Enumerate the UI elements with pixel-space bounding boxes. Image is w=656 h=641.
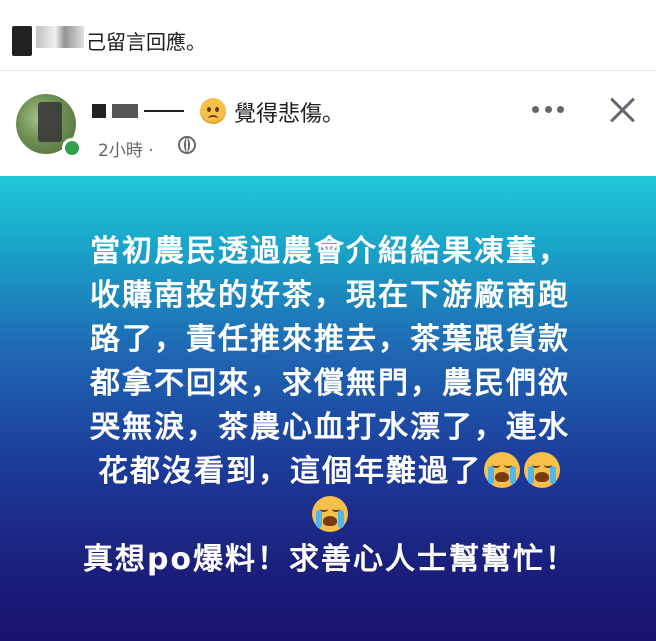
notification-bar[interactable]: 己留言回應。	[0, 0, 656, 71]
emoji-line	[30, 494, 630, 538]
author-name-redacted[interactable]	[92, 100, 192, 118]
post-text-line: 都拿不回來，求償無門，農民們欲	[90, 366, 570, 401]
post-closing-line: 真想po爆料！求善心人士幫幫忙！	[82, 542, 578, 577]
commenter-avatar	[12, 26, 32, 56]
post-text-line: 路了，責任推來推去，茶葉跟貨款	[90, 322, 570, 357]
close-icon[interactable]	[606, 94, 638, 126]
crying-face-icon	[484, 452, 520, 488]
feeling-text: 覺得悲傷。	[234, 102, 345, 127]
post-text-line: 當初農民透過農會介紹給果凍董，	[90, 234, 570, 269]
post-text-segment: 花都沒看到，這個年難過了	[98, 454, 482, 489]
post-text-line-with-emoji: 花都沒看到，這個年難過了	[30, 450, 630, 494]
crying-face-icon	[312, 496, 348, 532]
blurred-name	[36, 26, 84, 48]
crying-face-icon	[524, 452, 560, 488]
post-text-line: 哭無淚，茶農心血打水漂了，連水	[90, 410, 570, 445]
post-header: 覺得悲傷。 2小時 ·	[0, 78, 656, 176]
post-body-background: 當初農民透過農會介紹給果凍董， 收購南投的好茶，現在下游廠商跑 路了，責任推來推…	[0, 176, 656, 641]
sad-face-icon	[200, 98, 226, 124]
post-text-line: 收購南投的好茶，現在下游廠商跑	[90, 278, 570, 313]
more-options-icon[interactable]	[532, 104, 564, 114]
avatar-redaction	[38, 102, 62, 142]
online-status-icon	[62, 138, 82, 158]
globe-icon[interactable]	[178, 136, 196, 154]
post-text: 當初農民透過農會介紹給果凍董， 收購南投的好茶，現在下游廠商跑 路了，責任推來推…	[30, 230, 630, 582]
post-timestamp[interactable]: 2小時 ·	[98, 136, 154, 161]
notification-text: 己留言回應。	[86, 30, 206, 54]
